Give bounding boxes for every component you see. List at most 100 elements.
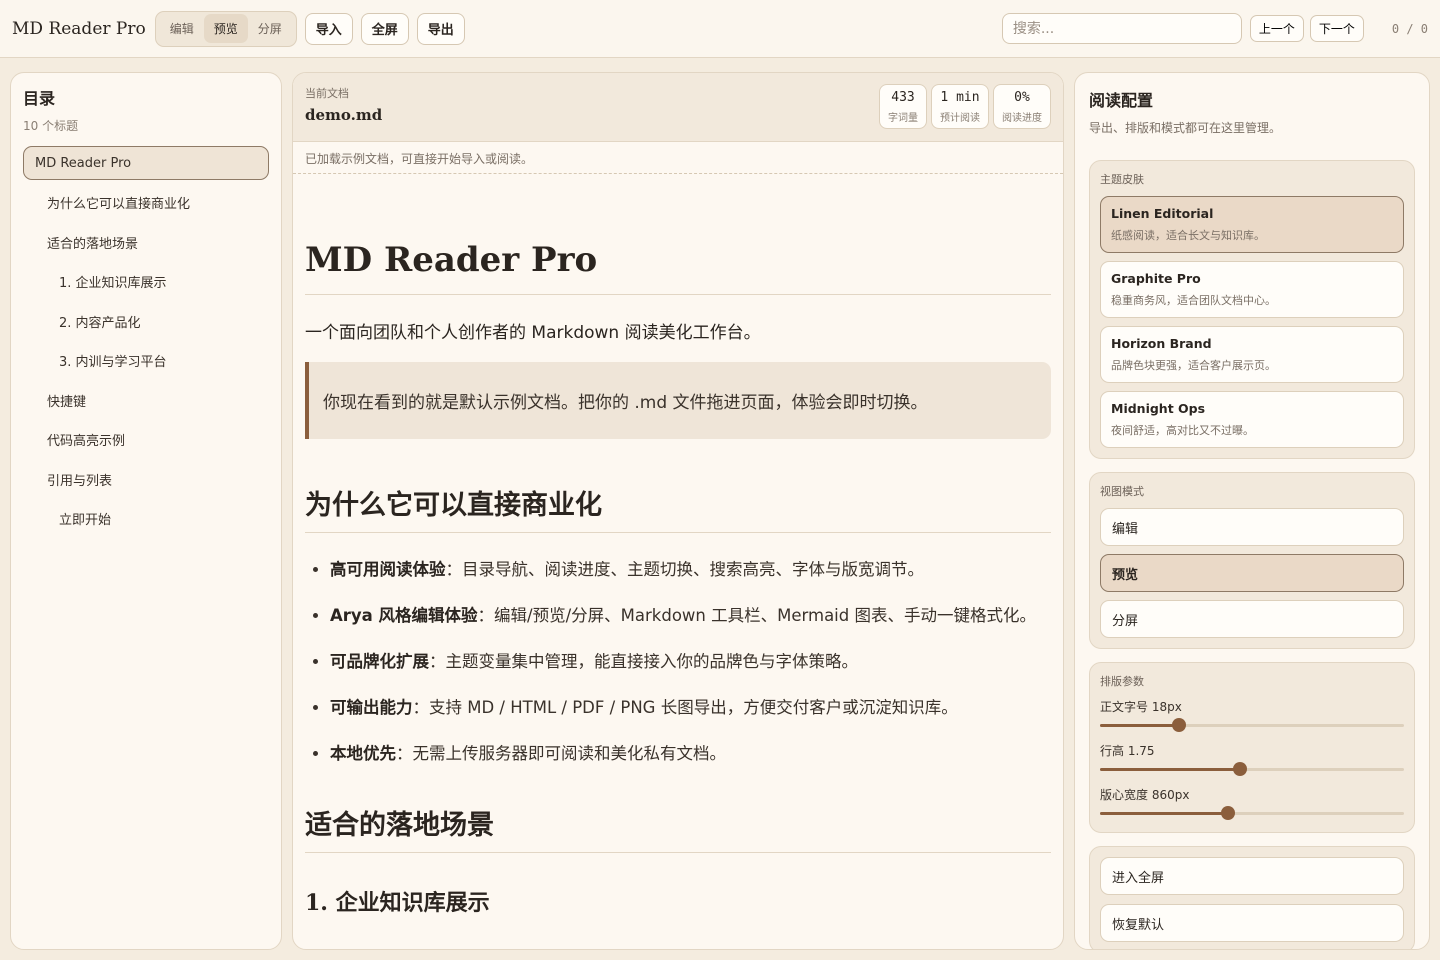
font-size-slider[interactable] <box>1100 718 1404 732</box>
app-title: MD Reader Pro <box>12 18 146 39</box>
stat-read-time: 1 min 预计阅读 <box>931 84 989 129</box>
reset-defaults-button[interactable]: 恢复默认 <box>1100 904 1404 942</box>
actions-group: 进入全屏 恢复默认 <box>1089 846 1415 949</box>
font-size-slider-row: 正文字号 18px <box>1100 698 1404 732</box>
top-bar: MD Reader Pro 编辑 预览 分屏 导入 全屏 导出 上一个 下一个 … <box>0 0 1440 58</box>
toc-item[interactable]: 3. 内训与学习平台 <box>23 344 269 378</box>
toc-item[interactable]: 为什么它可以直接商业化 <box>23 186 269 220</box>
group-label: 排版参数 <box>1100 675 1144 688</box>
list-item-strong: 高可用阅读体验 <box>330 560 446 579</box>
slider-fill <box>1100 812 1228 815</box>
theme-option-linen[interactable]: Linen Editorial 纸感阅读，适合长文与知识库。 <box>1100 196 1404 253</box>
list-item-text: ：支持 MD / HTML / PDF / PNG 长图导出，方便交付客户或沉淀… <box>412 698 958 717</box>
view-edit-button[interactable]: 编辑 <box>1100 508 1404 546</box>
config-title: 阅读配置 <box>1089 91 1154 110</box>
stat-label: 预计阅读 <box>940 112 980 124</box>
theme-option-midnight[interactable]: Midnight Ops 夜间舒适，高对比又不过曝。 <box>1100 391 1404 448</box>
list-item-text: ：无需上传服务器即可阅读和美化私有文档。 <box>396 744 726 763</box>
document-header: 当前文档 demo.md 433 字词量 1 min 预计阅读 0% 阅读进度 <box>293 73 1063 142</box>
line-height-slider-row: 行高 1.75 <box>1100 742 1404 776</box>
search-input[interactable] <box>1001 13 1242 44</box>
prev-match-button[interactable]: 上一个 <box>1249 15 1304 42</box>
list-item-text: ：主题变量集中管理，能直接接入你的品牌色与字体策略。 <box>429 652 858 671</box>
toc-item[interactable]: 代码高亮示例 <box>23 423 269 457</box>
list-item: 本地优先：无需上传服务器即可阅读和美化私有文档。 <box>330 738 1051 770</box>
stat-word-count: 433 字词量 <box>879 84 927 129</box>
mode-edit-button[interactable]: 编辑 <box>160 14 204 43</box>
doc-heading-why: 为什么它可以直接商业化 <box>305 483 1051 533</box>
fullscreen-button[interactable]: 全屏 <box>360 12 409 45</box>
list-item: 可输出能力：支持 MD / HTML / PDF / PNG 长图导出，方便交付… <box>330 692 1051 724</box>
toc-item[interactable]: 1. 企业知识库展示 <box>23 265 269 299</box>
toc-item[interactable]: 快捷键 <box>23 383 269 417</box>
stat-label: 字词量 <box>888 112 918 124</box>
theme-desc: 夜间舒适，高对比又不过曝。 <box>1111 424 1254 437</box>
document-status: 已加载示例文档，可直接开始导入或阅读。 <box>293 142 1063 174</box>
stat-value: 1 min <box>940 89 980 105</box>
next-match-button[interactable]: 下一个 <box>1309 15 1364 42</box>
toc-item[interactable]: 适合的落地场景 <box>23 225 269 259</box>
doc-lead-paragraph: 一个面向团队和个人创作者的 Markdown 阅读美化工作台。 <box>305 323 761 343</box>
theme-desc: 纸感阅读，适合长文与知识库。 <box>1111 229 1265 242</box>
doc-heading-knowledge-base: 1. 企业知识库展示 <box>305 890 490 916</box>
content-width-slider-row: 版心宽度 860px <box>1100 786 1404 820</box>
slider-handle[interactable] <box>1232 762 1247 776</box>
toc-heading-count: 10 个标题 <box>23 119 79 133</box>
slider-label: 正文字号 18px <box>1100 700 1182 714</box>
list-item-strong: Arya 风格编辑体验 <box>330 606 478 625</box>
theme-name: Midnight Ops <box>1111 401 1206 416</box>
theme-desc: 品牌色块更强，适合客户展示页。 <box>1111 359 1276 372</box>
toc-item[interactable]: 立即开始 <box>23 502 269 536</box>
config-panel: 阅读配置 导出、排版和模式都可在这里管理。 主题皮肤 Linen Editori… <box>1074 72 1430 950</box>
slider-label: 版心宽度 860px <box>1100 788 1190 802</box>
toc-item[interactable]: 2. 内容产品化 <box>23 304 269 338</box>
list-item-strong: 可输出能力 <box>330 698 413 717</box>
content-width-slider[interactable] <box>1100 806 1404 820</box>
document-panel: 当前文档 demo.md 433 字词量 1 min 预计阅读 0% 阅读进度 … <box>292 72 1064 950</box>
theme-name: Graphite Pro <box>1111 271 1201 286</box>
list-item: 可品牌化扩展：主题变量集中管理，能直接接入你的品牌色与字体策略。 <box>330 646 1051 678</box>
theme-option-horizon[interactable]: Horizon Brand 品牌色块更强，适合客户展示页。 <box>1100 326 1404 383</box>
list-item-text: ：目录导航、阅读进度、主题切换、搜索高亮、字体与版宽调节。 <box>445 560 925 579</box>
mode-preview-button[interactable]: 预览 <box>203 14 248 43</box>
match-counter: 0 / 0 <box>1391 21 1428 36</box>
view-mode-group: 视图模式 编辑 预览 分屏 <box>1089 472 1415 649</box>
theme-name: Linen Editorial <box>1111 206 1214 221</box>
slider-fill <box>1100 768 1240 771</box>
enter-fullscreen-button[interactable]: 进入全屏 <box>1100 857 1404 895</box>
mode-switcher: 编辑 预览 分屏 <box>154 10 297 47</box>
config-subtitle: 导出、排版和模式都可在这里管理。 <box>1089 121 1282 135</box>
stat-value: 433 <box>891 89 915 105</box>
slider-handle[interactable] <box>1172 718 1187 732</box>
import-button[interactable]: 导入 <box>304 12 353 45</box>
group-label: 主题皮肤 <box>1100 173 1144 186</box>
toc-item[interactable]: 引用与列表 <box>23 462 269 496</box>
doc-heading-scenes: 适合的落地场景 <box>305 803 1051 853</box>
group-label: 视图模式 <box>1100 485 1144 498</box>
theme-desc: 稳重商务风，适合团队文档中心。 <box>1111 294 1276 307</box>
document-stats: 433 字词量 1 min 预计阅读 0% 阅读进度 <box>875 84 1051 129</box>
mode-split-button[interactable]: 分屏 <box>248 14 292 43</box>
list-item-text: ：编辑/预览/分屏、Markdown 工具栏、Mermaid 图表、手动一键格式… <box>477 606 1036 625</box>
slider-handle[interactable] <box>1220 806 1235 820</box>
theme-option-graphite[interactable]: Graphite Pro 稳重商务风，适合团队文档中心。 <box>1100 261 1404 318</box>
doc-heading-1: MD Reader Pro <box>305 240 1051 295</box>
document-content: MD Reader Pro 一个面向团队和个人创作者的 Markdown 阅读美… <box>293 174 1063 917</box>
list-item: Arya 风格编辑体验：编辑/预览/分屏、Markdown 工具栏、Mermai… <box>330 600 1051 632</box>
toc-list: MD Reader Pro 为什么它可以直接商业化 适合的落地场景 1. 企业知… <box>23 146 269 536</box>
list-item-strong: 可品牌化扩展 <box>330 652 429 671</box>
stat-value: 0% <box>1014 89 1030 105</box>
toc-panel: 目录 10 个标题 MD Reader Pro 为什么它可以直接商业化 适合的落… <box>10 72 282 950</box>
export-button[interactable]: 导出 <box>416 12 465 45</box>
toc-item[interactable]: MD Reader Pro <box>23 146 269 180</box>
view-preview-button[interactable]: 预览 <box>1100 554 1404 592</box>
slider-fill <box>1100 724 1180 727</box>
doc-feature-list: 高可用阅读体验：目录导航、阅读进度、主题切换、搜索高亮、字体与版宽调节。 Ary… <box>305 554 1051 770</box>
list-item-strong: 本地优先 <box>330 744 396 763</box>
theme-name: Horizon Brand <box>1111 336 1212 351</box>
view-split-button[interactable]: 分屏 <box>1100 600 1404 638</box>
slider-label: 行高 1.75 <box>1100 744 1155 758</box>
list-item: 高可用阅读体验：目录导航、阅读进度、主题切换、搜索高亮、字体与版宽调节。 <box>330 554 1051 586</box>
line-height-slider[interactable] <box>1100 762 1404 776</box>
theme-group: 主题皮肤 Linen Editorial 纸感阅读，适合长文与知识库。 Grap… <box>1089 160 1415 459</box>
